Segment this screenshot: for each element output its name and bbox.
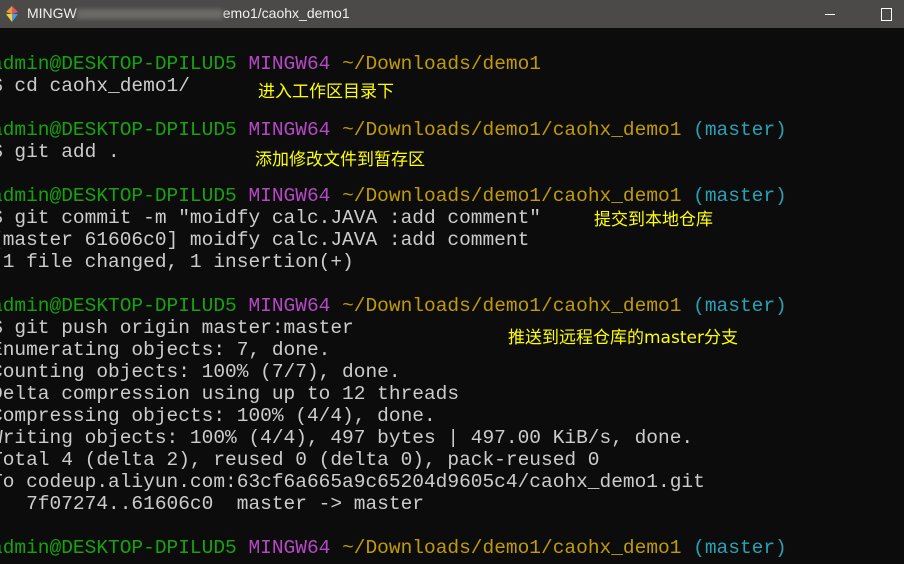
terminal-output[interactable]: admin@DESKTOP-DPILUD5 MINGW64 ~/Download… — [0, 53, 787, 559]
prompt-line: admin@DESKTOP-DPILUD5 MINGW64 ~/Download… — [0, 537, 787, 559]
window-title: MINGW emo1/caohx_demo1 — [27, 5, 350, 21]
minimize-button[interactable] — [820, 4, 840, 24]
annotation-add: 添加修改文件到暂存区 — [255, 150, 425, 170]
output-line: Total 4 (delta 2), reused 0 (delta 0), p… — [0, 449, 600, 471]
output-line: Compressing objects: 100% (4/4), done. — [0, 405, 436, 427]
output-line: Counting objects: 100% (7/7), done. — [0, 361, 401, 383]
prompt-line: admin@DESKTOP-DPILUD5 MINGW64 ~/Download… — [0, 295, 787, 317]
prompt-line: admin@DESKTOP-DPILUD5 MINGW64 ~/Download… — [0, 119, 787, 141]
output-line: Writing objects: 100% (4/4), 497 bytes |… — [0, 427, 694, 449]
redacted-path — [76, 9, 223, 20]
prompt-line: admin@DESKTOP-DPILUD5 MINGW64 ~/Download… — [0, 53, 542, 75]
output-line: 7f07274..61606c0 master -> master — [0, 493, 424, 515]
output-line: Delta compression using up to 12 threads — [0, 383, 460, 405]
output-line: [master 61606c0] moidfy calc.JAVA :add c… — [0, 229, 530, 251]
annotation-commit: 提交到本地仓库 — [594, 210, 713, 230]
annotation-cd: 进入工作区目录下 — [258, 82, 394, 102]
title-bar: MINGW emo1/caohx_demo1 — [0, 0, 904, 28]
git-bash-icon — [6, 6, 18, 22]
maximize-button[interactable] — [876, 4, 896, 24]
prompt-line: admin@DESKTOP-DPILUD5 MINGW64 ~/Download… — [0, 185, 787, 207]
output-line: To codeup.aliyun.com:63cf6a665a9c65204d9… — [0, 471, 705, 493]
output-line: 1 file changed, 1 insertion(+) — [0, 251, 354, 273]
annotation-push: 推送到远程仓库的master分支 — [508, 328, 738, 348]
